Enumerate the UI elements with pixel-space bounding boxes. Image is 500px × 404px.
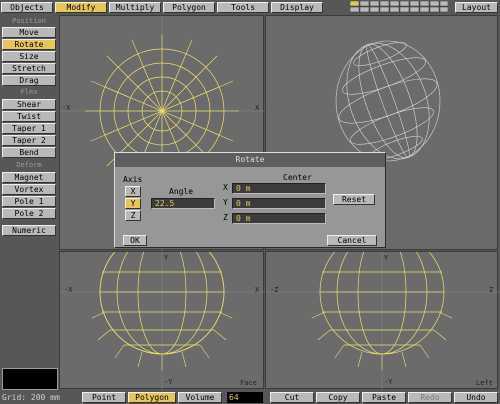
tab-multiply[interactable]: Multiply bbox=[109, 2, 161, 13]
layer-buttons bbox=[349, 0, 449, 13]
undo-button[interactable]: Undo bbox=[454, 392, 498, 403]
viewport-name-left: Left bbox=[476, 379, 493, 387]
center-z-label: Z bbox=[223, 213, 228, 222]
flex-header: Flex bbox=[20, 88, 38, 96]
axis-label-y-left: Y bbox=[384, 254, 389, 262]
axis-label-z-left: Z bbox=[489, 286, 494, 294]
color-swatch bbox=[2, 368, 58, 390]
numeric-button[interactable]: Numeric bbox=[2, 225, 56, 236]
selection-count: 64 bbox=[227, 392, 263, 403]
deform-header: Deform bbox=[16, 161, 42, 169]
cut-button[interactable]: Cut bbox=[270, 392, 314, 403]
center-label: Center bbox=[283, 173, 312, 182]
layout-button[interactable]: Layout bbox=[455, 2, 498, 13]
dialog-title: Rotate bbox=[115, 153, 385, 167]
rotate-button[interactable]: Rotate bbox=[2, 39, 56, 50]
axis-group-label: Axis bbox=[123, 175, 143, 184]
volume-mode-button[interactable]: Volume bbox=[178, 392, 222, 403]
copy-button[interactable]: Copy bbox=[316, 392, 360, 403]
taper1-button[interactable]: Taper 1 bbox=[2, 123, 56, 134]
twist-button[interactable]: Twist bbox=[2, 111, 56, 122]
magnet-button[interactable]: Magnet bbox=[2, 172, 56, 183]
axis-label-x: X bbox=[255, 104, 260, 112]
bend-button[interactable]: Bend bbox=[2, 147, 56, 158]
size-button[interactable]: Size bbox=[2, 51, 56, 62]
shear-button[interactable]: Shear bbox=[2, 99, 56, 110]
axis-y-button[interactable]: Y bbox=[125, 198, 141, 209]
center-z-field[interactable]: 0 m bbox=[232, 213, 326, 224]
viewport-face[interactable]: Y -X X -Y Face bbox=[59, 251, 265, 390]
ok-button[interactable]: OK bbox=[123, 235, 147, 246]
axis-label-neg-y-left: -Y bbox=[384, 378, 393, 386]
axis-label-x-face: X bbox=[255, 286, 260, 294]
center-x-label: X bbox=[223, 183, 228, 192]
stretch-button[interactable]: Stretch bbox=[2, 63, 56, 74]
axis-label-neg-x: -X bbox=[62, 104, 71, 112]
reset-button[interactable]: Reset bbox=[333, 194, 375, 205]
cancel-button[interactable]: Cancel bbox=[327, 235, 377, 246]
tab-display[interactable]: Display bbox=[271, 2, 323, 13]
pole1-button[interactable]: Pole 1 bbox=[2, 196, 56, 207]
center-y-field[interactable]: 0 m bbox=[232, 198, 326, 209]
axis-label-neg-z-left: -Z bbox=[270, 286, 279, 294]
axis-label-neg-x-face: -X bbox=[64, 286, 73, 294]
tab-polygon[interactable]: Polygon bbox=[163, 2, 215, 13]
point-mode-button[interactable]: Point bbox=[82, 392, 126, 403]
angle-label: Angle bbox=[169, 187, 194, 196]
axis-label-y-face: Y bbox=[164, 254, 169, 262]
move-button[interactable]: Move bbox=[2, 27, 56, 38]
axis-x-button[interactable]: X bbox=[125, 186, 141, 197]
center-y-label: Y bbox=[223, 198, 228, 207]
taper2-button[interactable]: Taper 2 bbox=[2, 135, 56, 146]
paste-button[interactable]: Paste bbox=[362, 392, 406, 403]
pole2-button[interactable]: Pole 2 bbox=[2, 208, 56, 219]
center-x-field[interactable]: 0 m bbox=[232, 183, 326, 194]
rotate-dialog: Rotate Axis X Y Z Angle 22.5 Center X 0 … bbox=[114, 152, 386, 248]
vortex-button[interactable]: Vortex bbox=[2, 184, 56, 195]
tab-tools[interactable]: Tools bbox=[217, 2, 269, 13]
redo-button[interactable]: Redo bbox=[408, 392, 452, 403]
drag-button[interactable]: Drag bbox=[2, 75, 56, 86]
grid-size-text: Grid: 200 mm bbox=[2, 393, 60, 402]
viewport-left[interactable]: Y -Z Z -Y Left bbox=[265, 251, 499, 390]
axis-label-neg-y-face: -Y bbox=[164, 378, 173, 386]
layer-grid-icon[interactable] bbox=[349, 0, 449, 13]
tab-modify[interactable]: Modify bbox=[55, 2, 107, 13]
face-view-wireframe bbox=[60, 252, 265, 390]
viewport-name-face: Face bbox=[240, 379, 257, 387]
position-header: Position bbox=[12, 17, 46, 25]
axis-z-button[interactable]: Z bbox=[125, 210, 141, 221]
tab-objects[interactable]: Objects bbox=[1, 2, 53, 13]
left-view-wireframe bbox=[266, 252, 499, 390]
polygon-mode-button[interactable]: Polygon bbox=[128, 392, 176, 403]
angle-field[interactable]: 22.5 bbox=[151, 198, 215, 209]
